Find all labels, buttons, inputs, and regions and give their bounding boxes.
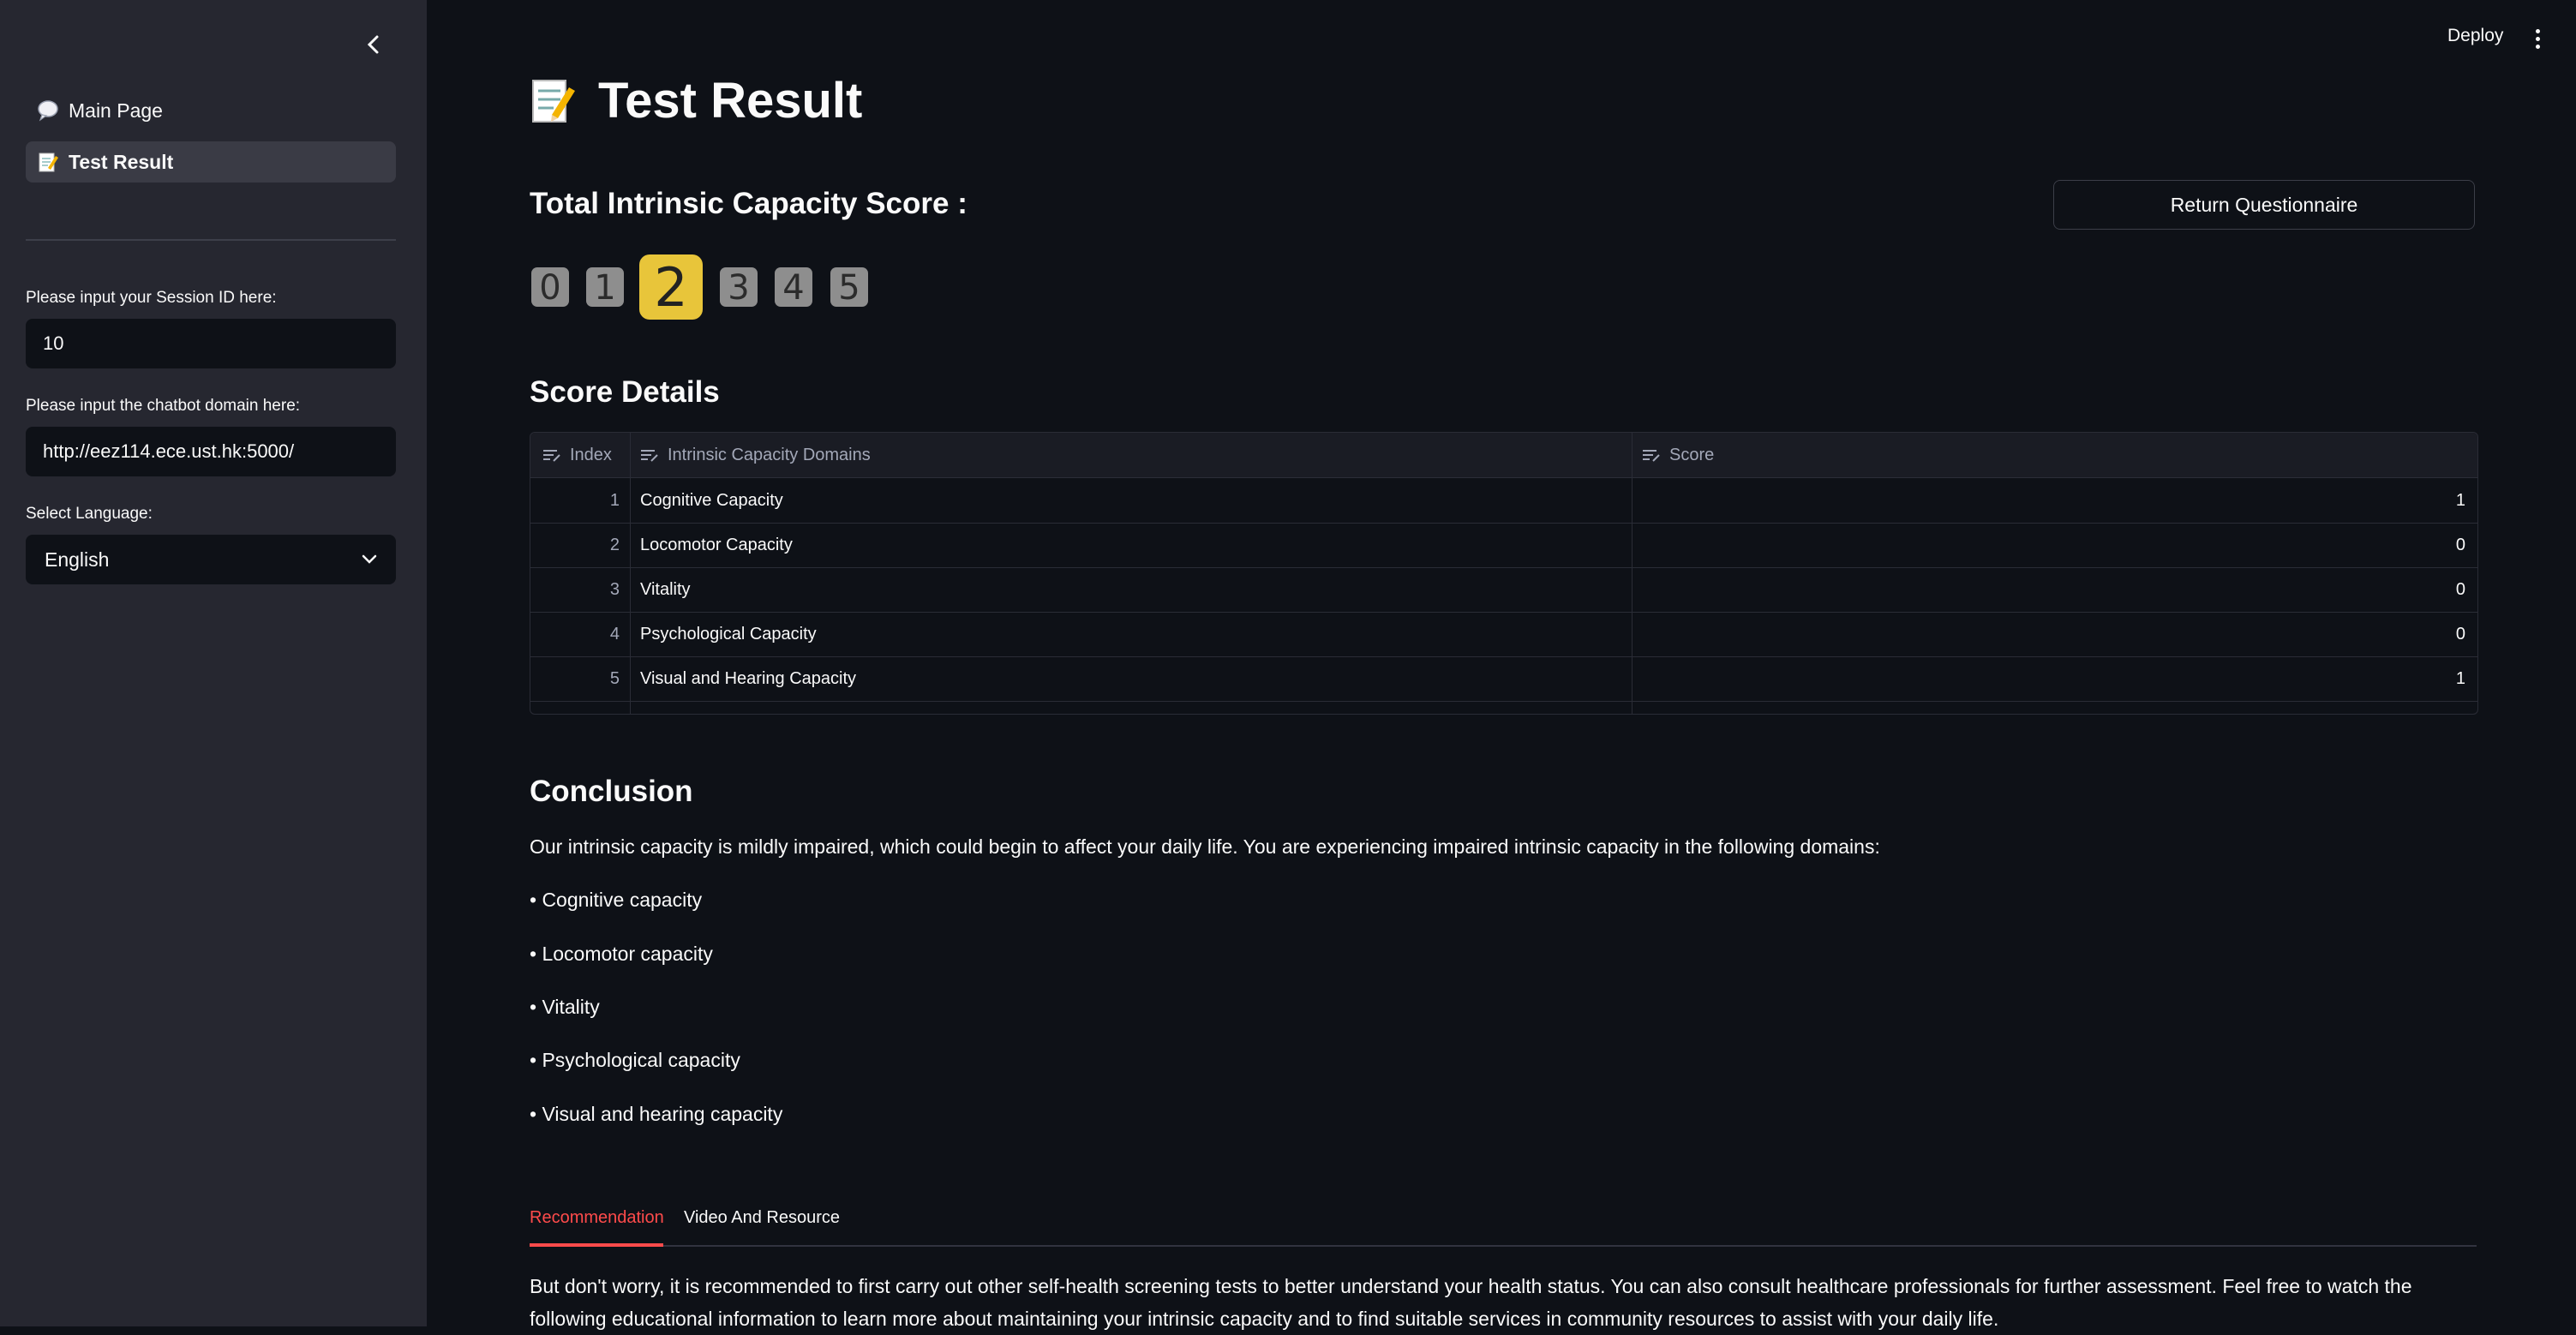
nav-item-main-page[interactable]: Main Page: [26, 90, 396, 131]
tab-active-indicator: [530, 1243, 663, 1247]
chatbot-domain-label: Please input the chatbot domain here:: [26, 397, 301, 415]
column-header-domains[interactable]: Intrinsic Capacity Domains: [640, 433, 1626, 477]
cell-index: 5: [609, 668, 620, 688]
score-option-label: 0: [539, 268, 560, 308]
language-label: Select Language:: [26, 505, 153, 523]
cell-domain: Vitality: [640, 579, 691, 599]
score-details-title: Score Details: [530, 375, 720, 409]
score-option-label: 1: [594, 268, 615, 308]
score-option-label: 5: [838, 268, 860, 308]
cell-index: 3: [609, 579, 620, 599]
memo-icon: [36, 150, 60, 174]
table-row[interactable]: 5 Visual and Hearing Capacity 1: [530, 656, 2477, 701]
nav-item-test-result[interactable]: Test Result: [26, 141, 396, 183]
score-option-label: 3: [728, 268, 749, 308]
score-details-table[interactable]: Index Intrinsic Capacity Domains Score 1…: [530, 432, 2478, 715]
tab-recommendation[interactable]: Recommendation: [530, 1208, 664, 1228]
cell-score: 0: [2455, 579, 2465, 599]
page-title: Test Result: [598, 73, 863, 129]
score-option-4: 4: [775, 267, 812, 308]
score-option-1: 1: [586, 267, 624, 308]
table-header: Index Intrinsic Capacity Domains Score: [530, 433, 2477, 478]
sidebar: Main Page Test Result Please input your …: [0, 0, 427, 1326]
speech-bubble-icon: [36, 99, 60, 123]
nav-item-label: Main Page: [69, 99, 163, 122]
chatbot-domain-input[interactable]: [26, 427, 396, 476]
cell-index: 2: [609, 535, 620, 554]
text-column-icon: [1643, 450, 1660, 462]
conclusion-item: • Psychological capacity: [530, 1049, 740, 1071]
chevron-down-icon: [362, 554, 377, 564]
conclusion-item: • Locomotor capacity: [530, 943, 713, 965]
session-id-label: Please input your Session ID here:: [26, 289, 277, 307]
text-column-icon: [543, 450, 560, 462]
table-row[interactable]: 3 Vitality 0: [530, 567, 2477, 612]
memo-icon: [532, 79, 575, 123]
conclusion-item: • Vitality: [530, 996, 600, 1018]
score-option-3: 3: [720, 267, 758, 308]
score-option-2: 2: [639, 254, 703, 320]
score-scale: 012 345: [531, 254, 868, 320]
deploy-button[interactable]: Deploy: [2447, 26, 2503, 46]
table-row[interactable]: 1 Cognitive Capacity 1: [530, 478, 2477, 523]
score-option-5: 5: [830, 267, 868, 308]
cell-index: 1: [609, 490, 620, 510]
page-title-row: Test Result: [530, 72, 862, 129]
language-select[interactable]: English: [26, 535, 396, 584]
language-select-value: English: [45, 548, 110, 571]
cell-score: 0: [2455, 624, 2465, 644]
cell-domain: Cognitive Capacity: [640, 490, 783, 510]
text-column-icon: [641, 450, 658, 462]
cell-score: 1: [2455, 490, 2465, 510]
score-option-label: 2: [654, 256, 687, 319]
score-option-label: 4: [782, 268, 804, 308]
conclusion-title: Conclusion: [530, 775, 693, 808]
return-questionnaire-button[interactable]: Return Questionnaire: [2053, 180, 2475, 230]
row-divider: [530, 701, 2477, 702]
cell-score: 0: [2455, 535, 2465, 554]
main-menu-icon[interactable]: [2528, 24, 2547, 53]
cell-index: 4: [609, 624, 620, 644]
conclusion-item: • Visual and hearing capacity: [530, 1103, 783, 1125]
score-option-0: 0: [531, 267, 569, 308]
conclusion-item: • Cognitive capacity: [530, 889, 703, 911]
table-row[interactable]: 4 Psychological Capacity 0: [530, 612, 2477, 656]
column-header-score[interactable]: Score: [1642, 433, 2413, 477]
cell-score: 1: [2455, 668, 2465, 688]
table-row[interactable]: 2 Locomotor Capacity 0: [530, 523, 2477, 567]
tab-bar-border: [530, 1245, 2477, 1247]
cell-domain: Psychological Capacity: [640, 624, 817, 644]
cell-domain: Locomotor Capacity: [640, 535, 793, 554]
conclusion-text: Our intrinsic capacity is mildly impaire…: [530, 835, 1880, 858]
cell-domain: Visual and Hearing Capacity: [640, 668, 857, 688]
tab-video-and-resource[interactable]: Video And Resource: [684, 1208, 840, 1228]
column-header-index[interactable]: Index: [542, 433, 628, 477]
sidebar-divider: [26, 239, 396, 241]
recommendation-text: But don't worry, it is recommended to fi…: [530, 1275, 2412, 1330]
nav-item-label: Test Result: [69, 150, 174, 173]
total-score-title: Total Intrinsic Capacity Score :: [530, 187, 967, 220]
session-id-input[interactable]: [26, 319, 396, 368]
chevron-left-icon: [367, 35, 379, 54]
collapse-sidebar-button[interactable]: [358, 29, 389, 60]
